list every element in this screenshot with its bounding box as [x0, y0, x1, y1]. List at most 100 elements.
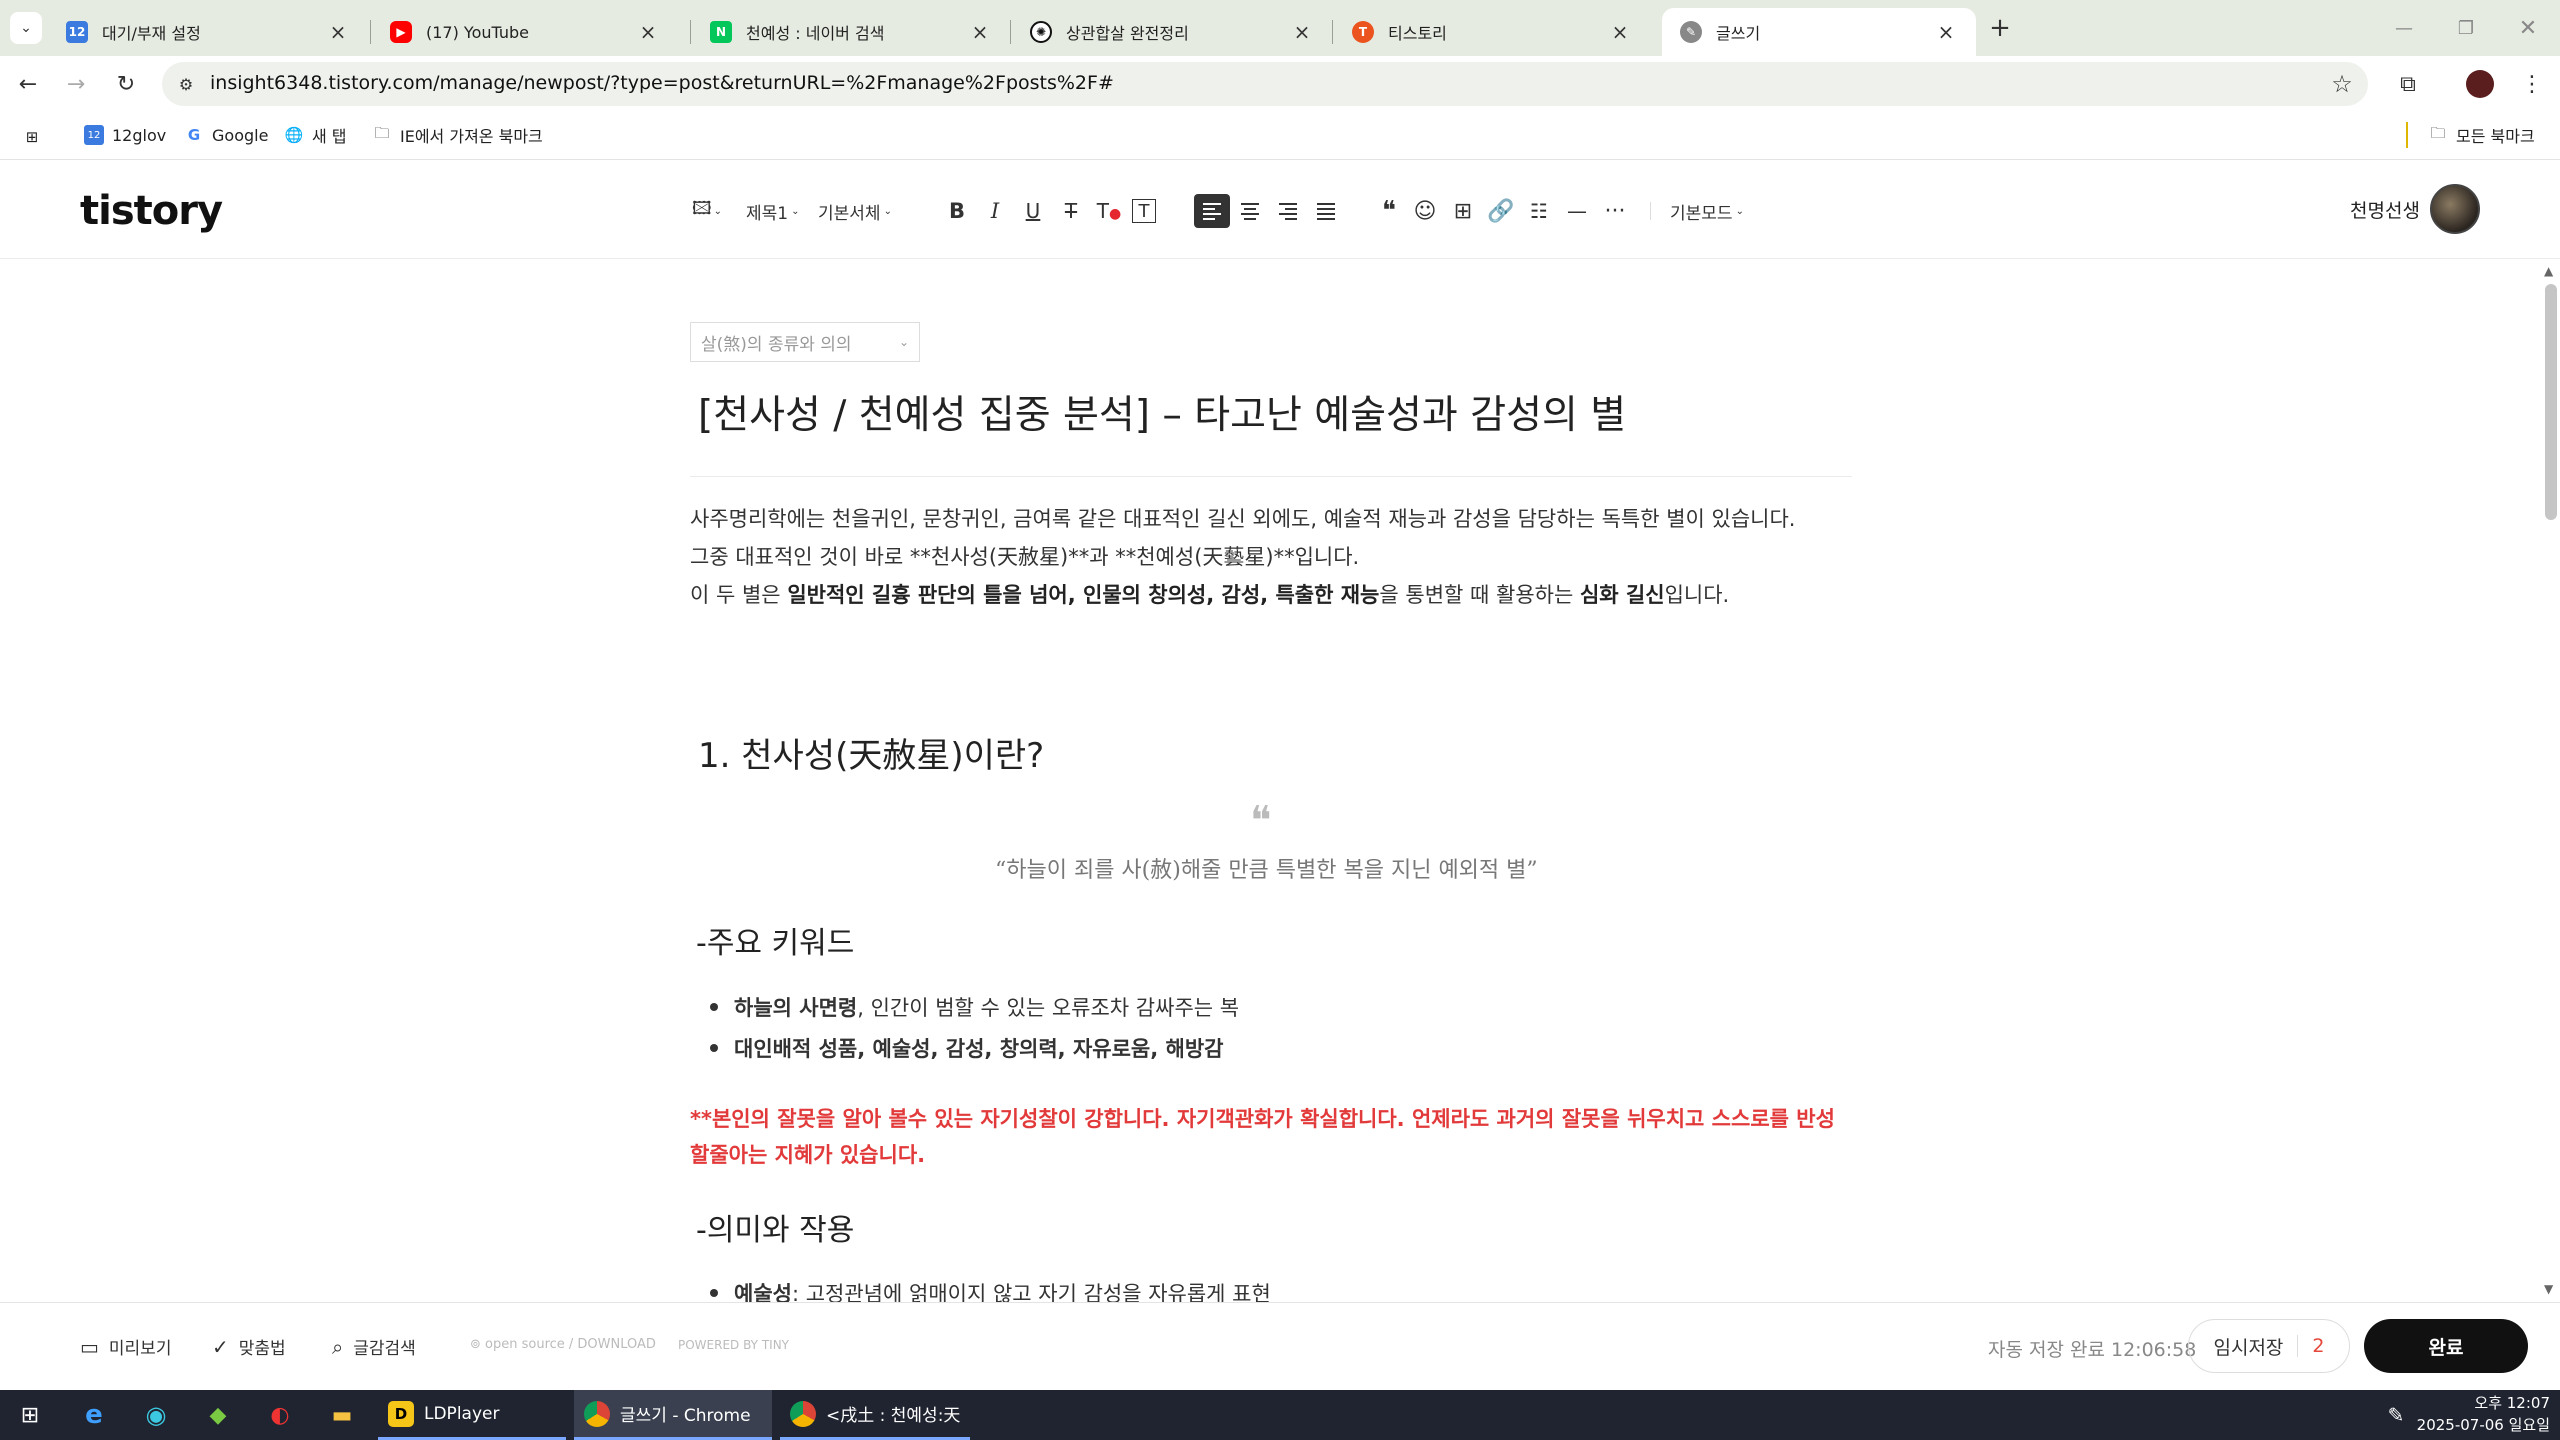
publish-done-button[interactable]: 완료: [2364, 1319, 2528, 1373]
browser-tab[interactable]: T 티스토리 ×: [1334, 8, 1650, 56]
browser-tab[interactable]: ▶ (17) YouTube ×: [372, 8, 678, 56]
minimize-icon[interactable]: —: [2388, 12, 2420, 44]
horizontal-rule-icon: —: [1567, 199, 1587, 223]
editor-mode-select[interactable]: 기본모드 ⌄: [1670, 194, 1744, 228]
spellcheck-label: 맞춤법: [238, 1339, 286, 1359]
all-bookmarks-folder[interactable]: 🗀 모든 북마크: [2428, 122, 2535, 148]
post-title[interactable]: [천사성 / 천예성 집중 분석] – 타고난 예술성과 감성의 별: [698, 384, 1626, 440]
table-button[interactable]: ⊞: [1448, 194, 1478, 228]
chevron-down-icon: ⌄: [898, 335, 909, 349]
align-right-button[interactable]: [1270, 194, 1306, 228]
bold-button[interactable]: B: [942, 194, 972, 228]
scrollbar-thumb[interactable]: [2545, 284, 2557, 520]
background-color-button[interactable]: T: [1132, 199, 1156, 223]
site-info-icon[interactable]: ⚙: [170, 68, 202, 100]
strikethrough-button[interactable]: T: [1056, 194, 1086, 228]
back-arrow-icon[interactable]: ←: [12, 68, 44, 100]
material-search-button[interactable]: ⌕ 글감검색: [332, 1334, 416, 1360]
new-tab-icon[interactable]: +: [1984, 12, 2016, 44]
chevron-down-icon: ⌄: [883, 205, 892, 217]
spellcheck-button[interactable]: ✓ 맞춤법: [212, 1334, 286, 1360]
meaning-heading[interactable]: -의미와 작용: [696, 1205, 854, 1249]
section-heading-1[interactable]: 1. 천사성(天赦星)이란?: [698, 728, 1044, 777]
highlight-paragraph-line-2[interactable]: 할줄아는 지혜가 있습니다.: [690, 1139, 925, 1169]
extensions-icon[interactable]: ⧉: [2392, 68, 2424, 100]
text-color-button[interactable]: T●: [1094, 194, 1124, 228]
system-clock[interactable]: 오후 12:07 2025-07-06 일요일: [2410, 1392, 2550, 1436]
browser-tab[interactable]: 12 대기/부재 설정 ×: [48, 8, 368, 56]
avatar[interactable]: [2430, 184, 2480, 234]
bookmark-star-icon[interactable]: ☆: [2326, 68, 2358, 100]
quote-button[interactable]: ❝: [1374, 194, 1404, 228]
url-text[interactable]: insight6348.tistory.com/manage/newpost/?…: [210, 72, 1114, 94]
app-icon[interactable]: ◐: [258, 1390, 302, 1440]
close-tab-icon[interactable]: ×: [326, 20, 350, 44]
align-justify-button[interactable]: [1308, 194, 1344, 228]
bookmark-folder[interactable]: 🗀 IE에서 가져온 북마크: [372, 122, 542, 148]
bookmark-item[interactable]: 🌐 새 탭: [284, 122, 347, 148]
list-item[interactable]: 하늘의 사면령, 인간이 범할 수 있는 오류조차 감싸주는 복: [710, 992, 1239, 1022]
intro-paragraph-1[interactable]: 사주명리학에는 천을귀인, 문창귀인, 금여록 같은 대표적인 길신 외에도, …: [690, 503, 1795, 533]
close-tab-icon[interactable]: ×: [968, 20, 992, 44]
browser-tab-active[interactable]: ✎ 글쓰기 ×: [1662, 8, 1976, 56]
reload-icon[interactable]: ↻: [110, 68, 142, 100]
profile-avatar[interactable]: [2466, 70, 2494, 98]
emoticon-button[interactable]: ☺: [1410, 194, 1440, 228]
edge-icon[interactable]: ◉: [134, 1390, 178, 1440]
taskbar-app-ldplayer[interactable]: D LDPlayer: [378, 1390, 566, 1440]
close-tab-icon[interactable]: ×: [636, 20, 660, 44]
insert-image-button[interactable]: 🖾 ⌄: [692, 194, 722, 228]
scroll-down-arrow-icon[interactable]: ▼: [2544, 1282, 2553, 1296]
bookmark-item[interactable]: G Google: [184, 122, 269, 148]
intro-paragraph-2[interactable]: 그중 대표적인 것이 바로 **천사성(天赦星)**과 **천예성(天藝星)**…: [690, 541, 1359, 571]
bookmark-item[interactable]: 12 12glov: [84, 122, 166, 148]
close-tab-icon[interactable]: ×: [1290, 20, 1314, 44]
link-button[interactable]: 🔗: [1486, 194, 1516, 228]
bookmark-label: 모든 북마크: [2456, 127, 2535, 146]
pen-tray-icon[interactable]: ✎: [2378, 1390, 2414, 1440]
open-source-link[interactable]: ⊚ open source / DOWNLOAD: [470, 1337, 656, 1352]
browser-tab[interactable]: N 천예성 : 네이버 검색 ×: [692, 8, 1010, 56]
heading-select[interactable]: 제목1 ⌄: [746, 194, 800, 228]
align-left-button[interactable]: [1194, 194, 1230, 228]
internet-explorer-icon[interactable]: e: [72, 1390, 116, 1440]
category-select[interactable]: 살(煞)의 종류와 의의 ⌄: [690, 322, 920, 362]
username[interactable]: 천명선생: [2350, 196, 2420, 223]
close-window-icon[interactable]: ✕: [2512, 12, 2544, 44]
underline-button[interactable]: U: [1018, 194, 1048, 228]
forward-arrow-icon[interactable]: →: [60, 68, 92, 100]
browser-tab[interactable]: ✺ 상관합살 완전정리 ×: [1012, 8, 1332, 56]
restore-icon[interactable]: ❐: [2450, 12, 2482, 44]
apps-grid-icon[interactable]: ⊞: [22, 124, 50, 150]
list-button[interactable]: ☷: [1524, 194, 1554, 228]
horizontal-rule-button[interactable]: —: [1562, 194, 1592, 228]
keyword-heading[interactable]: -주요 키워드: [696, 918, 854, 962]
italic-button[interactable]: I: [980, 194, 1010, 228]
list-item[interactable]: 대인배적 성품, 예술성, 감성, 창의력, 자유로움, 해방감: [710, 1033, 1223, 1063]
tistory-logo[interactable]: tistory: [80, 188, 223, 234]
chevron-down-icon: ⌄: [1735, 205, 1744, 217]
highlight-paragraph-line-1[interactable]: **본인의 잘못을 알아 볼수 있는 자기성찰이 강합니다. 자기객관화가 확실…: [690, 1103, 1835, 1133]
preview-button[interactable]: ▭ 미리보기: [80, 1334, 171, 1360]
temp-save-count: 2: [2297, 1335, 2325, 1357]
temp-save-button[interactable]: 임시저장 2: [2188, 1319, 2350, 1373]
scroll-up-arrow-icon[interactable]: ▲: [2544, 264, 2553, 278]
taskbar-app-chrome-writing[interactable]: 글쓰기 - Chrome: [574, 1390, 772, 1440]
taskbar-app-chrome-search[interactable]: <戌土 : 천예성:天...: [780, 1390, 970, 1440]
menu-kebab-icon[interactable]: ⋮: [2516, 68, 2548, 100]
quote-icon: ❝: [1382, 196, 1396, 226]
align-center-button[interactable]: [1232, 194, 1268, 228]
tab-search-chevron-icon[interactable]: ⌄: [10, 12, 42, 44]
chevron-down-icon: ⌄: [791, 205, 800, 217]
close-tab-icon[interactable]: ×: [1608, 20, 1632, 44]
font-select[interactable]: 기본서체 ⌄: [818, 194, 892, 228]
more-options-button[interactable]: ···: [1600, 194, 1630, 228]
intro-paragraph-3[interactable]: 이 두 별은 일반적인 길흉 판단의 틀을 넘어, 인물의 창의성, 감성, 특…: [690, 579, 1729, 609]
chrome-icon: [584, 1400, 610, 1427]
bookmark-label: Google: [212, 125, 269, 145]
close-tab-icon[interactable]: ×: [1934, 20, 1958, 44]
app-icon[interactable]: ◆: [196, 1390, 240, 1440]
windows-start-icon[interactable]: ⊞: [10, 1390, 50, 1440]
file-explorer-icon[interactable]: ▬: [320, 1390, 364, 1440]
blockquote[interactable]: “하늘이 죄를 사(赦)해줄 만큼 특별한 복을 지닌 예외적 별”: [995, 852, 1538, 884]
